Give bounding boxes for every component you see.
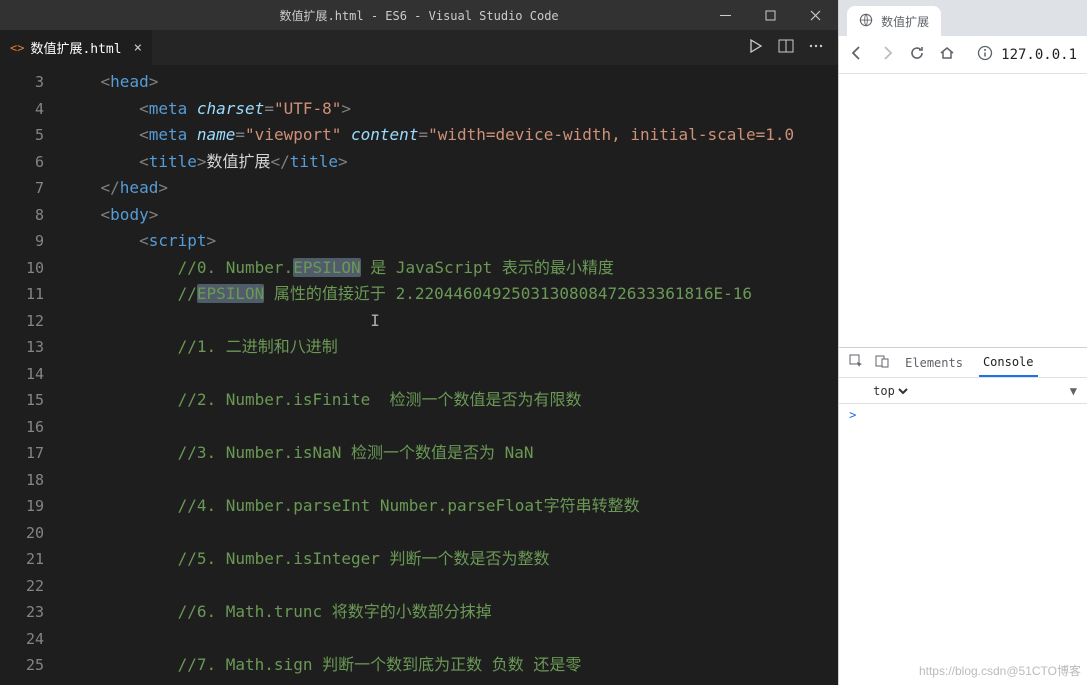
devtools-tabs: Elements Console bbox=[839, 348, 1087, 378]
window-controls bbox=[703, 0, 838, 30]
info-icon[interactable] bbox=[977, 45, 993, 65]
editor-tab-active[interactable]: <> 数值扩展.html × bbox=[0, 30, 152, 65]
url-text: 127.0.0.1 bbox=[1001, 47, 1077, 63]
device-toggle-icon[interactable] bbox=[875, 354, 889, 371]
browser-window: 数值扩展 127.0.0.1 Elements Console top ▼ bbox=[838, 0, 1087, 685]
editor-actions bbox=[748, 38, 838, 58]
code-content[interactable]: <head> <meta charset="UTF-8"> <meta name… bbox=[62, 65, 838, 685]
context-selector[interactable]: top bbox=[869, 383, 911, 399]
split-editor-icon[interactable] bbox=[778, 38, 794, 58]
context-dropdown-icon[interactable]: ▼ bbox=[1070, 384, 1077, 398]
close-button[interactable] bbox=[793, 0, 838, 30]
inspect-icon[interactable] bbox=[849, 354, 863, 371]
console-prompt: > bbox=[849, 408, 856, 422]
editor-tabbar: <> 数值扩展.html × bbox=[0, 30, 838, 65]
forward-button[interactable] bbox=[879, 45, 895, 65]
vscode-titlebar: 数值扩展.html - ES6 - Visual Studio Code bbox=[0, 0, 838, 30]
home-button[interactable] bbox=[939, 45, 955, 65]
line-number-gutter: 345678910111213141516171819202122232425 bbox=[0, 65, 62, 685]
devtools-tab-elements[interactable]: Elements bbox=[901, 348, 967, 377]
devtools-tab-console[interactable]: Console bbox=[979, 348, 1038, 377]
devtools-panel: Elements Console top ▼ > bbox=[839, 347, 1087, 685]
browser-toolbar: 127.0.0.1 bbox=[839, 36, 1087, 74]
close-tab-icon[interactable]: × bbox=[134, 40, 142, 56]
tab-filename: 数值扩展.html bbox=[30, 38, 121, 57]
run-icon[interactable] bbox=[748, 38, 764, 58]
browser-viewport: Elements Console top ▼ > bbox=[839, 74, 1087, 685]
vscode-window: 数值扩展.html - ES6 - Visual Studio Code <> … bbox=[0, 0, 838, 685]
window-title: 数值扩展.html - ES6 - Visual Studio Code bbox=[279, 7, 558, 24]
code-editor[interactable]: 345678910111213141516171819202122232425 … bbox=[0, 65, 838, 685]
html-file-icon: <> bbox=[10, 41, 24, 55]
globe-icon bbox=[859, 13, 873, 30]
minimize-button[interactable] bbox=[703, 0, 748, 30]
console-toolbar: top ▼ bbox=[839, 378, 1087, 404]
watermark-text: https://blog.csdn@51CTO博客 bbox=[919, 662, 1081, 679]
address-bar[interactable]: 127.0.0.1 bbox=[977, 45, 1077, 65]
more-actions-icon[interactable] bbox=[808, 38, 824, 58]
console-output[interactable]: > bbox=[839, 404, 1087, 685]
reload-button[interactable] bbox=[909, 45, 925, 65]
back-button[interactable] bbox=[849, 45, 865, 65]
maximize-button[interactable] bbox=[748, 0, 793, 30]
browser-tab-active[interactable]: 数值扩展 bbox=[847, 6, 941, 36]
browser-tab-title: 数值扩展 bbox=[881, 13, 929, 30]
browser-tabstrip: 数值扩展 bbox=[839, 0, 1087, 36]
editor-tabs: <> 数值扩展.html × bbox=[0, 30, 152, 65]
